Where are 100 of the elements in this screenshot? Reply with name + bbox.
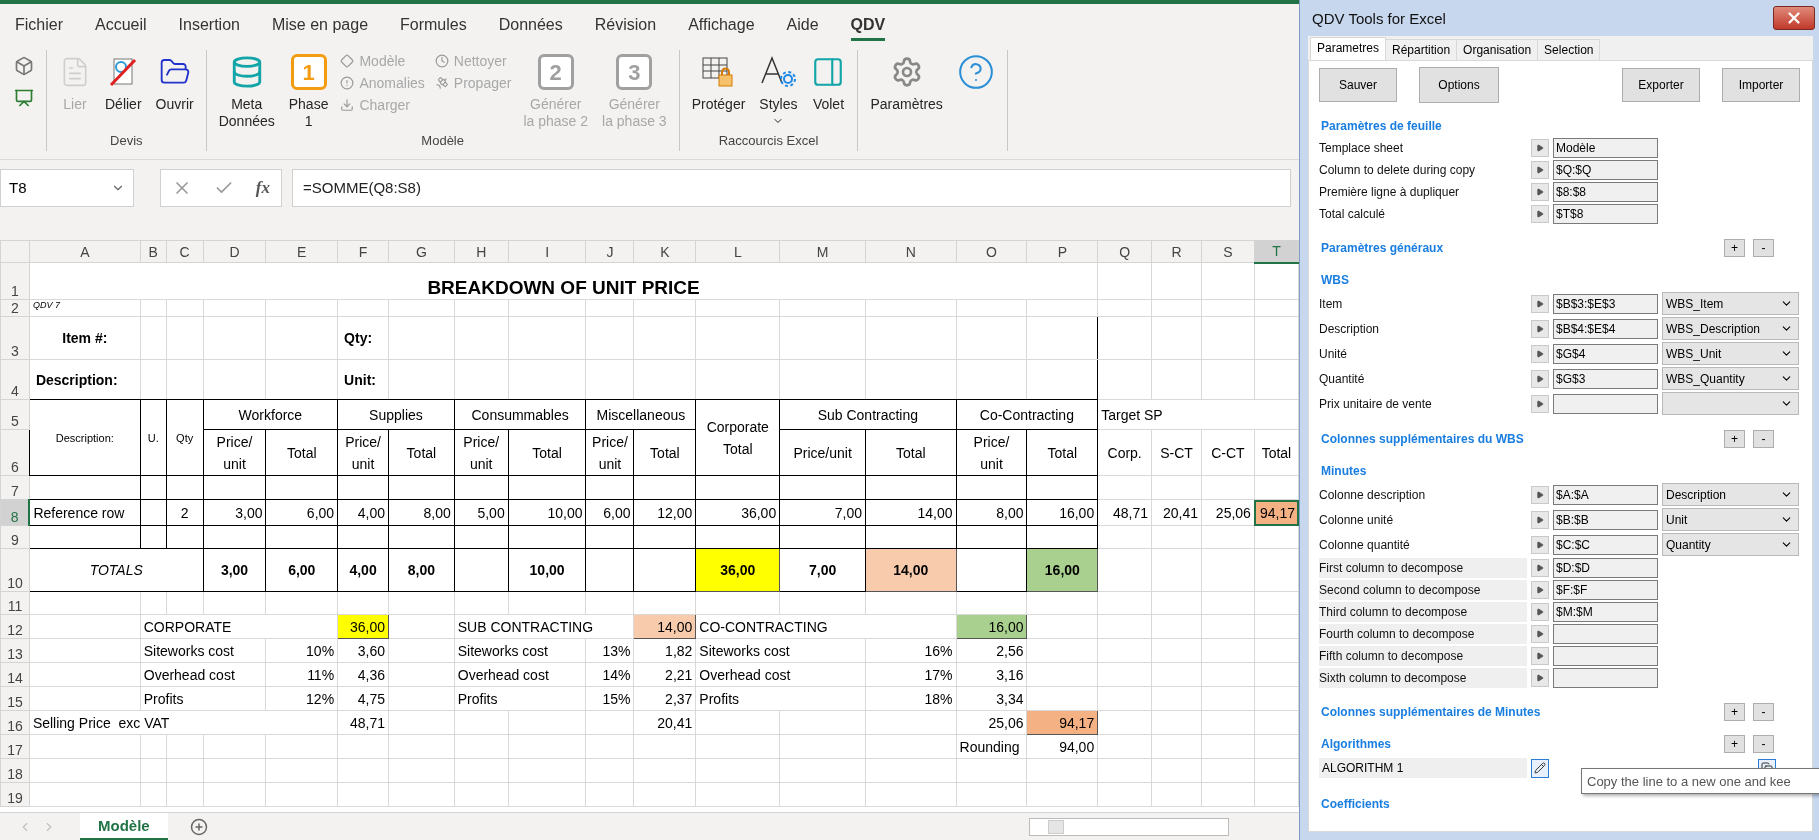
input-field[interactable]: $G$4: [1553, 343, 1658, 364]
row-header[interactable]: 7: [0, 475, 30, 500]
column-header[interactable]: N: [865, 240, 957, 263]
dropdown[interactable]: Description: [1662, 483, 1799, 506]
dropdown[interactable]: Unit: [1662, 508, 1799, 531]
column-header[interactable]: M: [779, 240, 866, 263]
row-header[interactable]: 3: [0, 316, 30, 360]
row-header[interactable]: 11: [0, 591, 30, 615]
list-item[interactable]: ALGORITHM 1: [1319, 758, 1527, 778]
button[interactable]: -: [1753, 703, 1774, 721]
row-header[interactable]: 17: [0, 734, 30, 759]
button[interactable]: Importer: [1722, 68, 1800, 102]
input-field[interactable]: [1553, 624, 1658, 644]
button[interactable]: Options: [1419, 67, 1499, 103]
button[interactable]: -: [1753, 735, 1774, 753]
ribbon-button[interactable]: 1 Phase 1: [284, 50, 333, 132]
arrow-button[interactable]: [1531, 559, 1549, 577]
input-field[interactable]: $B$3:$E$3: [1553, 293, 1658, 314]
row-header[interactable]: 18: [0, 758, 30, 783]
input-field[interactable]: $B:$B: [1553, 509, 1658, 530]
function-button[interactable]: fx: [255, 177, 270, 198]
sheet-tab[interactable]: Modèle: [80, 812, 168, 840]
column-header[interactable]: E: [265, 240, 338, 263]
arrow-button[interactable]: [1531, 603, 1549, 621]
ribbon-button[interactable]: Volet: [807, 50, 850, 115]
ribbon-button[interactable]: Meta Données: [214, 50, 279, 132]
arrow-button[interactable]: [1531, 319, 1549, 338]
arrow-button[interactable]: [1531, 647, 1549, 665]
button[interactable]: +: [1724, 703, 1745, 721]
row-header[interactable]: 12: [0, 614, 30, 639]
row-header[interactable]: 13: [0, 638, 30, 663]
ribbon-button[interactable]: Paramètres: [866, 50, 947, 115]
input-field[interactable]: $Q:$Q: [1553, 160, 1658, 180]
button[interactable]: +: [1724, 239, 1745, 257]
input-field[interactable]: $C:$C: [1553, 534, 1658, 555]
column-header[interactable]: O: [956, 240, 1027, 263]
arrow-button[interactable]: [1531, 161, 1549, 179]
menu-tab[interactable]: Aide: [773, 10, 832, 38]
column-header[interactable]: K: [633, 240, 696, 263]
column-header[interactable]: L: [695, 240, 780, 263]
tab[interactable]: Parametres: [1310, 37, 1387, 60]
input-field[interactable]: $F:$F: [1553, 580, 1658, 600]
menu-tab[interactable]: QDV: [837, 10, 899, 38]
menu-tab[interactable]: Données: [485, 10, 576, 38]
row-header[interactable]: 6: [0, 429, 30, 476]
column-header[interactable]: D: [203, 240, 266, 263]
column-header[interactable]: C: [166, 240, 204, 263]
menu-tab[interactable]: Affichage: [675, 10, 768, 38]
menu-tab[interactable]: Révision: [581, 10, 670, 38]
dropdown[interactable]: WBS_Quantity: [1662, 367, 1799, 390]
column-header[interactable]: I: [508, 240, 586, 263]
row-header[interactable]: 15: [0, 686, 30, 711]
button[interactable]: Exporter: [1622, 68, 1700, 102]
row-header[interactable]: 10: [0, 548, 30, 592]
ribbon-button[interactable]: Délier: [101, 50, 146, 115]
column-header[interactable]: T: [1254, 240, 1299, 263]
arrow-button[interactable]: [1531, 625, 1549, 643]
row-header[interactable]: 19: [0, 782, 30, 807]
formula-field[interactable]: =SOMME(Q8:S8): [292, 168, 1291, 207]
row-header[interactable]: 5: [0, 399, 30, 430]
input-field[interactable]: Modèle: [1553, 138, 1658, 158]
button[interactable]: Sauver: [1319, 68, 1397, 102]
easel-icon[interactable]: [14, 88, 34, 108]
column-header[interactable]: J: [586, 240, 634, 263]
dropdown[interactable]: WBS_Unit: [1662, 342, 1799, 365]
column-header[interactable]: G: [388, 240, 455, 263]
button[interactable]: +: [1724, 430, 1745, 448]
ribbon-button[interactable]: Protéger: [687, 50, 750, 115]
cube-icon[interactable]: [14, 56, 34, 76]
row-header[interactable]: 16: [0, 710, 30, 735]
input-field[interactable]: $M:$M: [1553, 602, 1658, 622]
column-header[interactable]: H: [454, 240, 509, 263]
input-field[interactable]: [1553, 668, 1658, 688]
menu-tab[interactable]: Fichier: [2, 10, 76, 38]
arrow-button[interactable]: [1531, 139, 1549, 157]
column-header[interactable]: A: [29, 240, 141, 263]
arrow-button[interactable]: [1531, 344, 1549, 363]
arrow-button[interactable]: [1531, 294, 1549, 313]
menu-tab[interactable]: Accueil: [82, 10, 160, 38]
ribbon-button[interactable]: Styles: [755, 50, 802, 129]
name-box[interactable]: T8: [0, 168, 134, 207]
column-header[interactable]: R: [1151, 240, 1202, 263]
button[interactable]: -: [1753, 239, 1774, 257]
dropdown[interactable]: WBS_Description: [1662, 317, 1799, 340]
arrow-button[interactable]: [1531, 510, 1549, 529]
row-header[interactable]: 4: [0, 359, 30, 400]
menu-tab[interactable]: Formules: [387, 10, 480, 38]
dropdown[interactable]: WBS_Item: [1662, 292, 1799, 315]
arrow-button[interactable]: [1531, 183, 1549, 201]
dropdown[interactable]: Quantity: [1662, 533, 1799, 556]
input-field[interactable]: $T$8: [1553, 204, 1658, 224]
row-header[interactable]: 14: [0, 662, 30, 687]
ribbon-button[interactable]: Ouvrir: [151, 50, 198, 115]
row-header[interactable]: 9: [0, 525, 30, 549]
column-header[interactable]: P: [1027, 240, 1098, 263]
column-header[interactable]: S: [1201, 240, 1255, 263]
column-header[interactable]: F: [337, 240, 389, 263]
close-button[interactable]: [1773, 6, 1815, 30]
tab[interactable]: Organisation: [1456, 39, 1539, 60]
tab[interactable]: Selection: [1537, 39, 1601, 60]
